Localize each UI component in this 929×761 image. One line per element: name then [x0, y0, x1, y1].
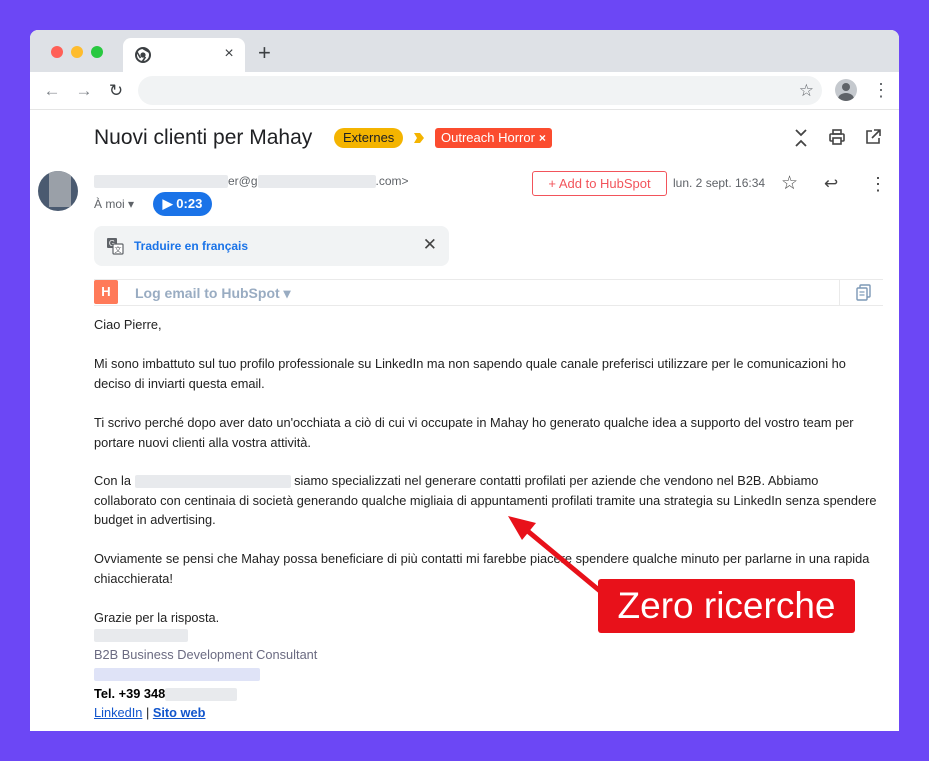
redacted-signature-name — [94, 629, 188, 642]
browser-tab[interactable]: × — [123, 38, 245, 72]
phone-prefix: Tel. +39 348 — [94, 686, 166, 701]
log-email-dropdown[interactable]: Log email to HubSpot ▾ — [135, 285, 291, 302]
signature-links: LinkedIn | Sito web — [94, 705, 205, 720]
translate-banner: G 文 Traduire en français ✕ — [94, 226, 449, 266]
email-subject: Nuovi clienti per Mahay — [94, 126, 313, 149]
maximize-window-button[interactable] — [91, 46, 103, 58]
profile-avatar-icon[interactable] — [835, 79, 857, 101]
forward-icon[interactable]: → — [74, 81, 94, 101]
redacted-signature-email — [94, 668, 260, 681]
recipient-label: À moi — [94, 197, 125, 211]
translate-link[interactable]: Traduire en français — [134, 239, 248, 253]
close-icon[interactable]: ✕ — [423, 235, 437, 255]
print-icon[interactable] — [827, 128, 847, 148]
chevron-down-icon: ▾ — [128, 197, 135, 211]
label-outreach-text: Outreach Horror — [441, 130, 535, 145]
hubspot-log-bar: H Log email to HubSpot ▾ — [94, 279, 883, 306]
bookmark-star-icon[interactable]: ☆ — [799, 81, 814, 100]
translate-icon: G 文 — [107, 238, 124, 255]
label-outreach-horror[interactable]: Outreach Horror × — [435, 128, 552, 148]
linkedin-link[interactable]: LinkedIn — [94, 705, 142, 720]
signature-role: B2B Business Development Consultant — [94, 647, 318, 662]
close-window-button[interactable] — [51, 46, 63, 58]
svg-text:文: 文 — [115, 245, 122, 254]
hubspot-logo-icon: H — [94, 280, 118, 304]
sender-fragment-2: .com> — [375, 174, 409, 188]
label-remove-icon[interactable]: × — [539, 131, 546, 145]
voice-note-play-button[interactable]: ▶ 0:23 — [153, 192, 212, 216]
back-icon[interactable]: ← — [42, 81, 62, 101]
email-paragraph-1: Mi sono imbattuto sul tuo profilo profes… — [94, 356, 846, 391]
link-separator: | — [142, 705, 153, 720]
add-to-hubspot-button[interactable]: + Add to HubSpot — [532, 171, 667, 196]
message-date: lun. 2 sept. 16:34 — [673, 176, 766, 190]
browser-menu-icon[interactable]: ⋮ — [872, 80, 890, 100]
annotation-label: Zero ricerche — [598, 579, 855, 633]
tab-close-icon[interactable]: × — [221, 45, 237, 63]
email-paragraph-3: Con la siamo specializzati nel generare … — [94, 471, 884, 530]
sender-address[interactable]: er@g .com> — [94, 174, 409, 190]
more-options-icon[interactable]: ⋮ — [869, 173, 887, 195]
email-greeting: Ciao Pierre, — [94, 317, 162, 332]
signature-phone: Tel. +39 348 — [94, 686, 238, 702]
chrome-icon — [135, 47, 151, 63]
address-bar[interactable]: ☆ — [138, 76, 822, 105]
browser-toolbar: ← → ↻ ☆ ⋮ — [30, 72, 899, 110]
paragraph-3-start: Con la — [94, 473, 135, 488]
redacted-company-name — [134, 475, 291, 489]
redacted-sender-domain — [257, 175, 376, 189]
tab-strip: × + — [30, 30, 899, 72]
open-in-new-window-icon[interactable] — [863, 128, 883, 148]
collapse-all-icon[interactable] — [791, 128, 811, 148]
reload-icon[interactable]: ↻ — [106, 81, 126, 101]
redacted-phone — [165, 688, 238, 702]
minimize-window-button[interactable] — [71, 46, 83, 58]
reply-icon[interactable]: ↩ — [824, 173, 838, 195]
new-tab-button[interactable]: + — [258, 42, 271, 64]
sender-fragment-1: er@g — [228, 174, 258, 188]
avatar-redaction — [49, 171, 71, 207]
star-icon[interactable]: ☆ — [781, 173, 798, 195]
recipient-dropdown[interactable]: À moi ▾ — [94, 197, 134, 211]
sender-avatar[interactable] — [38, 171, 78, 211]
label-externes[interactable]: Externes — [334, 128, 404, 148]
website-link[interactable]: Sito web — [153, 705, 206, 720]
redacted-sender-name — [94, 175, 228, 189]
copy-icon[interactable] — [856, 284, 872, 302]
importance-marker-icon[interactable] — [414, 132, 424, 144]
email-paragraph-2: Ti scrivo perché dopo aver dato un'occhi… — [94, 415, 854, 450]
divider — [839, 280, 840, 306]
